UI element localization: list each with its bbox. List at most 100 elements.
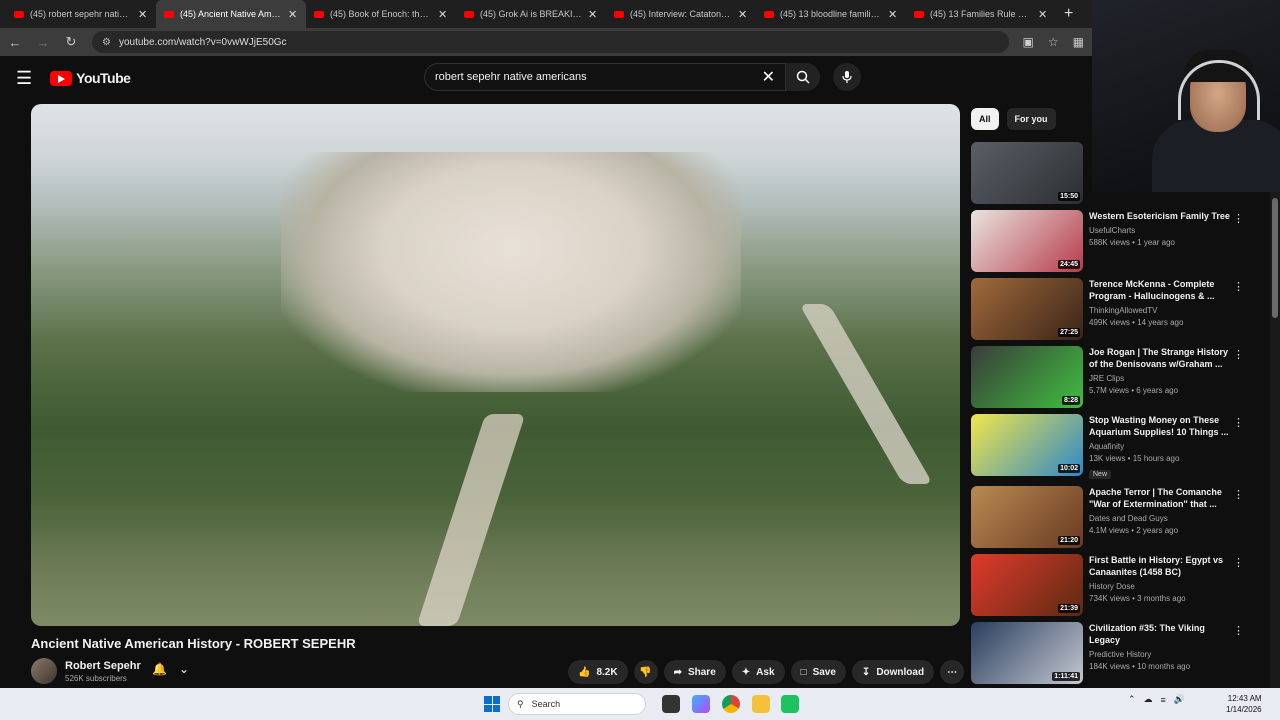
more-options-icon[interactable]: ⋮: [1233, 416, 1244, 429]
browser-tab[interactable]: (45) 13 bloodline families - Y ✕: [756, 0, 906, 28]
close-tab-icon[interactable]: ✕: [288, 8, 298, 21]
video-title[interactable]: Terence McKenna - Complete Program - Hal…: [1089, 278, 1235, 302]
video-title[interactable]: Stop Wasting Money on These Aquarium Sup…: [1089, 414, 1235, 438]
video-info: Civilization #35: The Viking Legacy Predi…: [1089, 622, 1235, 671]
video-channel[interactable]: UsefulCharts: [1089, 226, 1235, 235]
recommended-video[interactable]: 10:02 Stop Wasting Money on These Aquariu…: [971, 414, 1249, 479]
reload-icon[interactable]: ↻: [64, 34, 78, 50]
video-thumbnail[interactable]: 21:20: [971, 486, 1083, 548]
voice-search-button[interactable]: [833, 63, 861, 91]
network-icon[interactable]: ≡: [1161, 695, 1166, 705]
video-title[interactable]: First Battle in History: Egypt vs Canaan…: [1089, 554, 1235, 578]
video-title[interactable]: Apache Terror | The Comanche "War of Ext…: [1089, 486, 1235, 510]
clear-search-icon[interactable]: ✕: [762, 67, 775, 87]
more-options-icon[interactable]: ⋮: [1233, 556, 1244, 569]
channel-name[interactable]: Robert Sepehr: [65, 660, 141, 672]
channel-info: Robert Sepehr 526K subscribers: [31, 658, 141, 684]
new-tab-icon[interactable]: +: [1064, 5, 1073, 23]
browser-tab[interactable]: (45) 13 Families Rule Our Pla ✕: [906, 0, 1056, 28]
video-thumbnail[interactable]: 15:50: [971, 142, 1083, 204]
volume-icon[interactable]: 🔊: [1174, 694, 1185, 705]
video-channel[interactable]: History Dose: [1089, 582, 1235, 591]
recommended-video[interactable]: 27:25 Terence McKenna - Complete Program …: [971, 278, 1249, 340]
extensions-icon[interactable]: ▦: [1073, 35, 1084, 49]
download-button[interactable]: ↧ Download: [851, 660, 935, 684]
browser-tab[interactable]: (45) Interview: Catatonic Sch ✕: [606, 0, 756, 28]
video-player[interactable]: [31, 104, 960, 626]
video-channel[interactable]: JRE Clips: [1089, 374, 1235, 383]
copilot-icon[interactable]: [692, 695, 710, 713]
search-input[interactable]: robert sepehr native americans ✕: [424, 63, 786, 91]
save-button[interactable]: □ Save: [790, 660, 846, 684]
more-options-icon[interactable]: ⋮: [1233, 280, 1244, 293]
hamburger-menu-icon[interactable]: ☰: [16, 68, 32, 89]
browser-tab[interactable]: (45) Grok Ai is BREAKING Lea ✕: [456, 0, 606, 28]
dislike-button[interactable]: 👎: [633, 660, 658, 684]
video-info: Joe Rogan | The Strange History of the D…: [1089, 346, 1235, 395]
chevron-down-icon[interactable]: ⌄: [179, 662, 189, 676]
forward-icon[interactable]: →: [36, 35, 50, 50]
site-info-icon[interactable]: ⚙: [102, 37, 111, 48]
chip-all[interactable]: All: [971, 108, 999, 130]
ask-button[interactable]: ✦ Ask: [731, 660, 785, 684]
video-thumbnail[interactable]: 27:25: [971, 278, 1083, 340]
video-channel[interactable]: Aquafinity: [1089, 442, 1235, 451]
windows-start-icon[interactable]: [484, 696, 500, 712]
bookmark-star-icon[interactable]: ☆: [1048, 35, 1059, 49]
install-app-icon[interactable]: ▣: [1023, 35, 1034, 49]
page-scrollbar[interactable]: [1270, 192, 1280, 688]
close-tab-icon[interactable]: ✕: [738, 8, 748, 21]
like-button[interactable]: 👍 8.2K: [568, 660, 628, 684]
taskbar-search-box[interactable]: ⚲ Search: [508, 693, 646, 715]
download-icon: ↧: [861, 666, 871, 678]
app-icon[interactable]: [781, 695, 799, 713]
chip-for-you[interactable]: For you: [1006, 108, 1056, 130]
youtube-logo[interactable]: YouTube: [50, 70, 131, 86]
browser-tab[interactable]: (45) Book of Enoch: the Watc ✕: [306, 0, 456, 28]
close-tab-icon[interactable]: ✕: [138, 8, 148, 21]
scrollbar-thumb[interactable]: [1272, 198, 1278, 318]
more-actions-button[interactable]: ⋯: [940, 660, 965, 684]
video-thumbnail[interactable]: 24:45: [971, 210, 1083, 272]
video-title[interactable]: Joe Rogan | The Strange History of the D…: [1089, 346, 1235, 370]
url-field[interactable]: ⚙ youtube.com/watch?v=0vwWJjE50Gc: [92, 31, 1009, 53]
browser-tab[interactable]: (45) Ancient Native American ✕: [156, 0, 306, 28]
recommended-video[interactable]: 1:11:41 Civilization #35: The Viking Lega…: [971, 622, 1249, 684]
taskbar-clock[interactable]: 12:43 AM 1/14/2026: [1226, 693, 1262, 715]
video-thumbnail[interactable]: 1:11:41: [971, 622, 1083, 684]
file-explorer-icon[interactable]: [752, 695, 770, 713]
video-title[interactable]: Western Esotericism Family Tree: [1089, 210, 1235, 222]
more-options-icon[interactable]: ⋮: [1233, 348, 1244, 361]
video-channel[interactable]: Dates and Dead Guys: [1089, 514, 1235, 523]
recommended-video[interactable]: 8:28 Joe Rogan | The Strange History of t…: [971, 346, 1249, 408]
chrome-icon[interactable]: [722, 695, 740, 713]
more-options-icon[interactable]: ⋮: [1233, 488, 1244, 501]
more-options-icon[interactable]: ⋮: [1233, 212, 1244, 225]
recommended-video[interactable]: 21:20 Apache Terror | The Comanche "War o…: [971, 486, 1249, 548]
video-meta: 588K views • 1 year ago: [1089, 238, 1175, 247]
chevron-up-icon[interactable]: ⌃: [1128, 694, 1136, 705]
task-view-icon[interactable]: [662, 695, 680, 713]
video-channel[interactable]: Predictive History: [1089, 650, 1235, 659]
cloud-icon[interactable]: ☁: [1144, 694, 1153, 705]
video-thumbnail[interactable]: 10:02: [971, 414, 1083, 476]
more-options-icon[interactable]: ⋮: [1233, 624, 1244, 637]
video-title[interactable]: Civilization #35: The Viking Legacy: [1089, 622, 1235, 646]
browser-tab[interactable]: (45) robert sepehr native ame ✕: [6, 0, 156, 28]
video-thumbnail[interactable]: 21:39: [971, 554, 1083, 616]
video-channel[interactable]: ThinkingAllowedTV: [1089, 306, 1235, 315]
recommended-video[interactable]: 21:39 First Battle in History: Egypt vs C…: [971, 554, 1249, 616]
close-tab-icon[interactable]: ✕: [888, 8, 898, 21]
video-frame-road: [416, 414, 526, 626]
close-tab-icon[interactable]: ✕: [588, 8, 598, 21]
close-tab-icon[interactable]: ✕: [438, 8, 448, 21]
search-button[interactable]: [786, 63, 820, 91]
share-button[interactable]: ➦ Share: [663, 660, 726, 684]
close-tab-icon[interactable]: ✕: [1038, 8, 1048, 21]
recommended-video[interactable]: 24:45 Western Esotericism Family Tree Usef…: [971, 210, 1249, 272]
video-thumbnail[interactable]: 8:28: [971, 346, 1083, 408]
channel-avatar[interactable]: [31, 658, 57, 684]
video-actions: 👍 8.2K 👎 ➦ Share ✦ Ask □ Save ↧ Download…: [568, 660, 965, 684]
back-icon[interactable]: ←: [8, 35, 22, 50]
bell-icon[interactable]: 🔔: [152, 662, 167, 676]
